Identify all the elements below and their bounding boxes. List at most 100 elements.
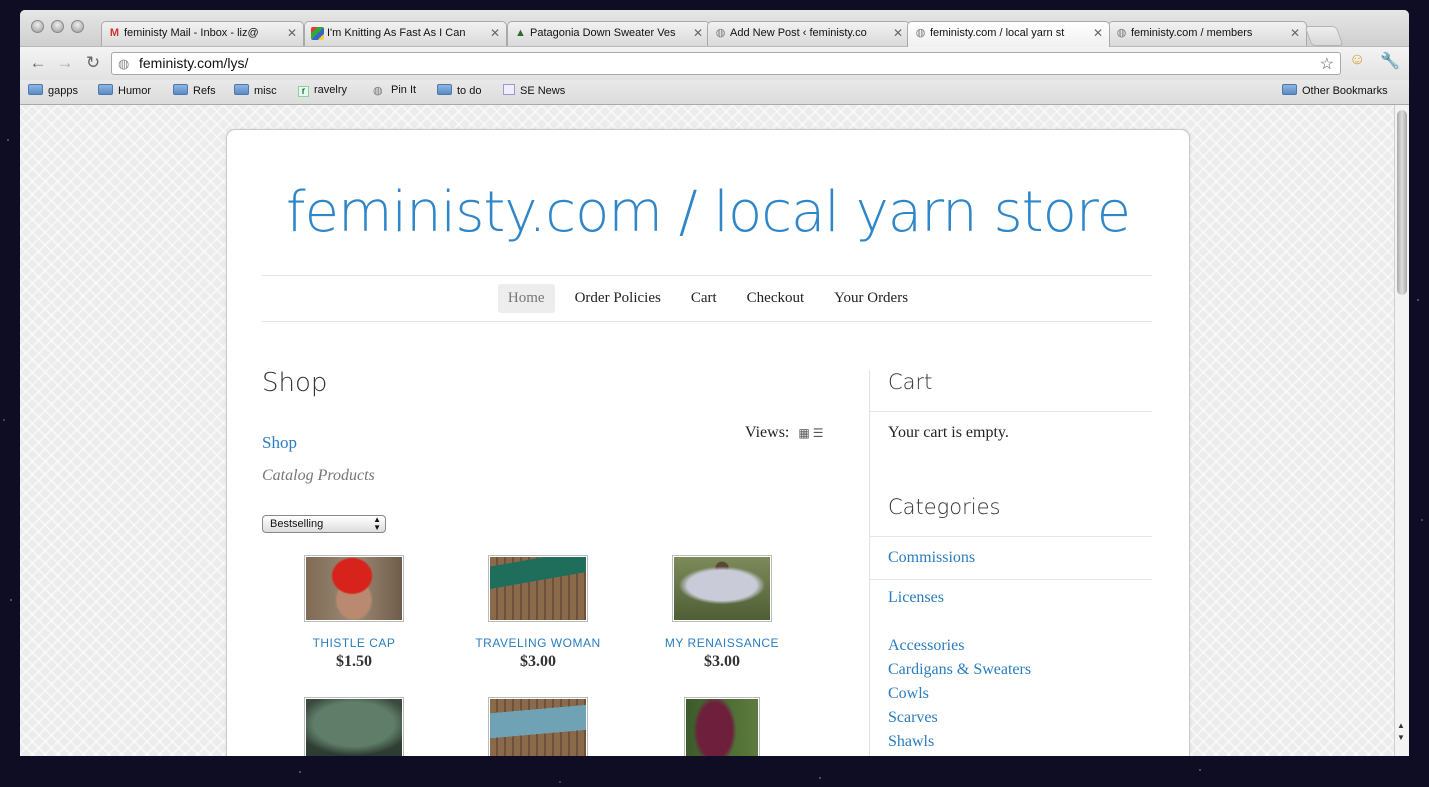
tab-title: I'm Knitting As Fast As I Can xyxy=(327,27,466,39)
close-tab-icon[interactable]: ✕ xyxy=(490,26,500,40)
close-tab-icon[interactable]: ✕ xyxy=(287,26,297,40)
vertical-scrollbar[interactable]: ▲ ▼ xyxy=(1394,105,1409,756)
product-name[interactable]: TRAVELING WOMAN xyxy=(463,636,613,650)
new-tab-button[interactable] xyxy=(1304,26,1344,46)
product-price: $3.00 xyxy=(704,653,740,670)
bookmark-to-do[interactable]: to do xyxy=(437,84,481,97)
product-image[interactable] xyxy=(684,697,760,756)
zoom-window-button[interactable] xyxy=(71,20,84,33)
folder-icon xyxy=(173,84,188,95)
bookmark-star-icon[interactable]: ☆ xyxy=(1320,54,1334,74)
tab-add-new-post[interactable]: ◍ Add New Post ‹ feministy.co ✕ xyxy=(707,21,910,46)
back-icon[interactable]: ← xyxy=(28,53,48,73)
product-card[interactable] xyxy=(279,697,429,756)
bookmark-gapps[interactable]: gapps xyxy=(28,84,78,97)
nav-home[interactable]: Home xyxy=(497,284,555,313)
shop-breadcrumb-link[interactable]: Shop xyxy=(262,433,297,453)
product-card[interactable] xyxy=(647,697,797,756)
close-tab-icon[interactable]: ✕ xyxy=(893,26,903,40)
shop-heading: Shop xyxy=(262,368,328,398)
forward-icon[interactable]: → xyxy=(55,53,75,73)
bookmark-label: misc xyxy=(254,85,277,97)
category-cowls[interactable]: Cowls xyxy=(888,685,929,703)
close-tab-icon[interactable]: ✕ xyxy=(1290,26,1300,40)
folder-icon xyxy=(437,84,452,95)
globe-icon: ◍ xyxy=(915,27,926,39)
folder-icon xyxy=(28,84,43,95)
nav-order-policies[interactable]: Order Policies xyxy=(565,284,671,313)
nav-cart[interactable]: Cart xyxy=(681,284,727,313)
page-viewport: feministy.com / local yarn store Home Ord… xyxy=(20,105,1394,756)
select-arrows-icon: ▲ ▼ xyxy=(373,515,381,532)
bookmark-pin-it[interactable]: ◍ Pin It xyxy=(373,84,417,97)
bookmark-label: Refs xyxy=(193,85,216,97)
product-price: $3.00 xyxy=(520,653,556,670)
catalog-subheading: Catalog Products xyxy=(262,467,375,484)
nav-checkout[interactable]: Checkout xyxy=(737,284,815,313)
sidebar-rule xyxy=(869,579,1152,580)
extension-icon[interactable]: ☺ xyxy=(1349,51,1365,69)
bookmark-humor[interactable]: Humor xyxy=(98,84,151,97)
product-image[interactable] xyxy=(304,697,404,756)
grid-view-icon[interactable]: ▦ xyxy=(798,426,809,441)
category-scarves[interactable]: Scarves xyxy=(888,709,938,727)
sidebar-rule xyxy=(869,411,1152,412)
product-card[interactable] xyxy=(463,697,613,756)
minimize-window-button[interactable] xyxy=(51,20,64,33)
cart-empty-text: Your cart is empty. xyxy=(888,424,1009,441)
category-cardigans-sweaters[interactable]: Cardigans & Sweaters xyxy=(888,661,1031,679)
site-title[interactable]: feministy.com / local yarn store xyxy=(227,180,1189,245)
folder-icon xyxy=(1282,84,1297,95)
scroll-down-icon[interactable]: ▼ xyxy=(1397,733,1405,742)
category-licenses[interactable]: Licenses xyxy=(888,589,944,607)
category-commissions[interactable]: Commissions xyxy=(888,549,975,567)
bookmark-misc[interactable]: misc xyxy=(234,84,277,97)
product-card[interactable]: MY RENAISSANCE $3.00 xyxy=(647,555,797,671)
scroll-up-icon[interactable]: ▲ xyxy=(1397,721,1405,730)
product-card[interactable]: TRAVELING WOMAN $3.00 xyxy=(463,555,613,671)
product-name[interactable]: THISTLE CAP xyxy=(279,636,429,650)
close-tab-icon[interactable]: ✕ xyxy=(1093,26,1103,40)
product-price: $1.50 xyxy=(336,653,372,670)
bookmark-other[interactable]: Other Bookmarks xyxy=(1282,84,1388,97)
bookmark-refs[interactable]: Refs xyxy=(173,84,216,97)
reload-icon[interactable]: ↻ xyxy=(83,53,103,73)
list-view-icon[interactable]: ☰ xyxy=(813,426,824,441)
product-image[interactable] xyxy=(488,555,588,622)
bookmark-label: Pin It xyxy=(391,84,417,96)
address-bar[interactable]: ◍ feministy.com/lys/ ☆ xyxy=(111,52,1341,75)
bookmark-se-news[interactable]: SE News xyxy=(503,84,565,97)
nav-divider xyxy=(262,275,1152,276)
product-image[interactable] xyxy=(672,555,772,622)
bookmark-label: ravelry xyxy=(314,84,348,96)
product-name[interactable]: MY RENAISSANCE xyxy=(647,636,797,650)
category-accessories[interactable]: Accessories xyxy=(888,637,964,655)
folder-icon xyxy=(234,84,249,95)
close-tab-icon[interactable]: ✕ xyxy=(693,26,703,40)
tab-patagonia[interactable]: ▲ Patagonia Down Sweater Ves ✕ xyxy=(507,21,710,46)
wrench-icon[interactable]: 🔧 xyxy=(1380,51,1400,71)
product-card[interactable]: THISTLE CAP $1.50 xyxy=(279,555,429,671)
close-window-button[interactable] xyxy=(31,20,44,33)
scrollbar-thumb[interactable] xyxy=(1397,110,1407,295)
views-label: Views: xyxy=(745,424,790,441)
tab-title: Add New Post ‹ feministy.co xyxy=(730,27,867,39)
tab-knitting[interactable]: I'm Knitting As Fast As I Can ✕ xyxy=(304,21,507,46)
tab-title: feministy Mail - Inbox - liz@ xyxy=(124,27,259,39)
bookmark-ravelry[interactable]: r ravelry xyxy=(298,84,347,97)
bookmark-label: Other Bookmarks xyxy=(1302,85,1388,97)
tab-members[interactable]: ◍ feministy.com / members ✕ xyxy=(1108,21,1307,46)
globe-icon: ◍ xyxy=(118,56,130,71)
browser-window: M feministy Mail - Inbox - liz@ ✕ I'm Kn… xyxy=(20,10,1409,756)
sort-select[interactable]: Bestselling ▲ ▼ xyxy=(262,515,386,533)
tab-title: Patagonia Down Sweater Ves xyxy=(530,27,676,39)
ravelry-icon: r xyxy=(298,86,309,97)
category-shawls[interactable]: Shawls xyxy=(888,733,934,751)
bookmark-label: to do xyxy=(457,85,482,97)
tab-local-yarn-store[interactable]: ◍ feministy.com / local yarn st ✕ xyxy=(907,21,1110,47)
product-image[interactable] xyxy=(488,697,588,756)
tab-gmail[interactable]: M feministy Mail - Inbox - liz@ ✕ xyxy=(101,21,304,46)
folder-icon xyxy=(98,84,113,95)
nav-your-orders[interactable]: Your Orders xyxy=(824,284,918,313)
product-image[interactable] xyxy=(304,555,404,622)
